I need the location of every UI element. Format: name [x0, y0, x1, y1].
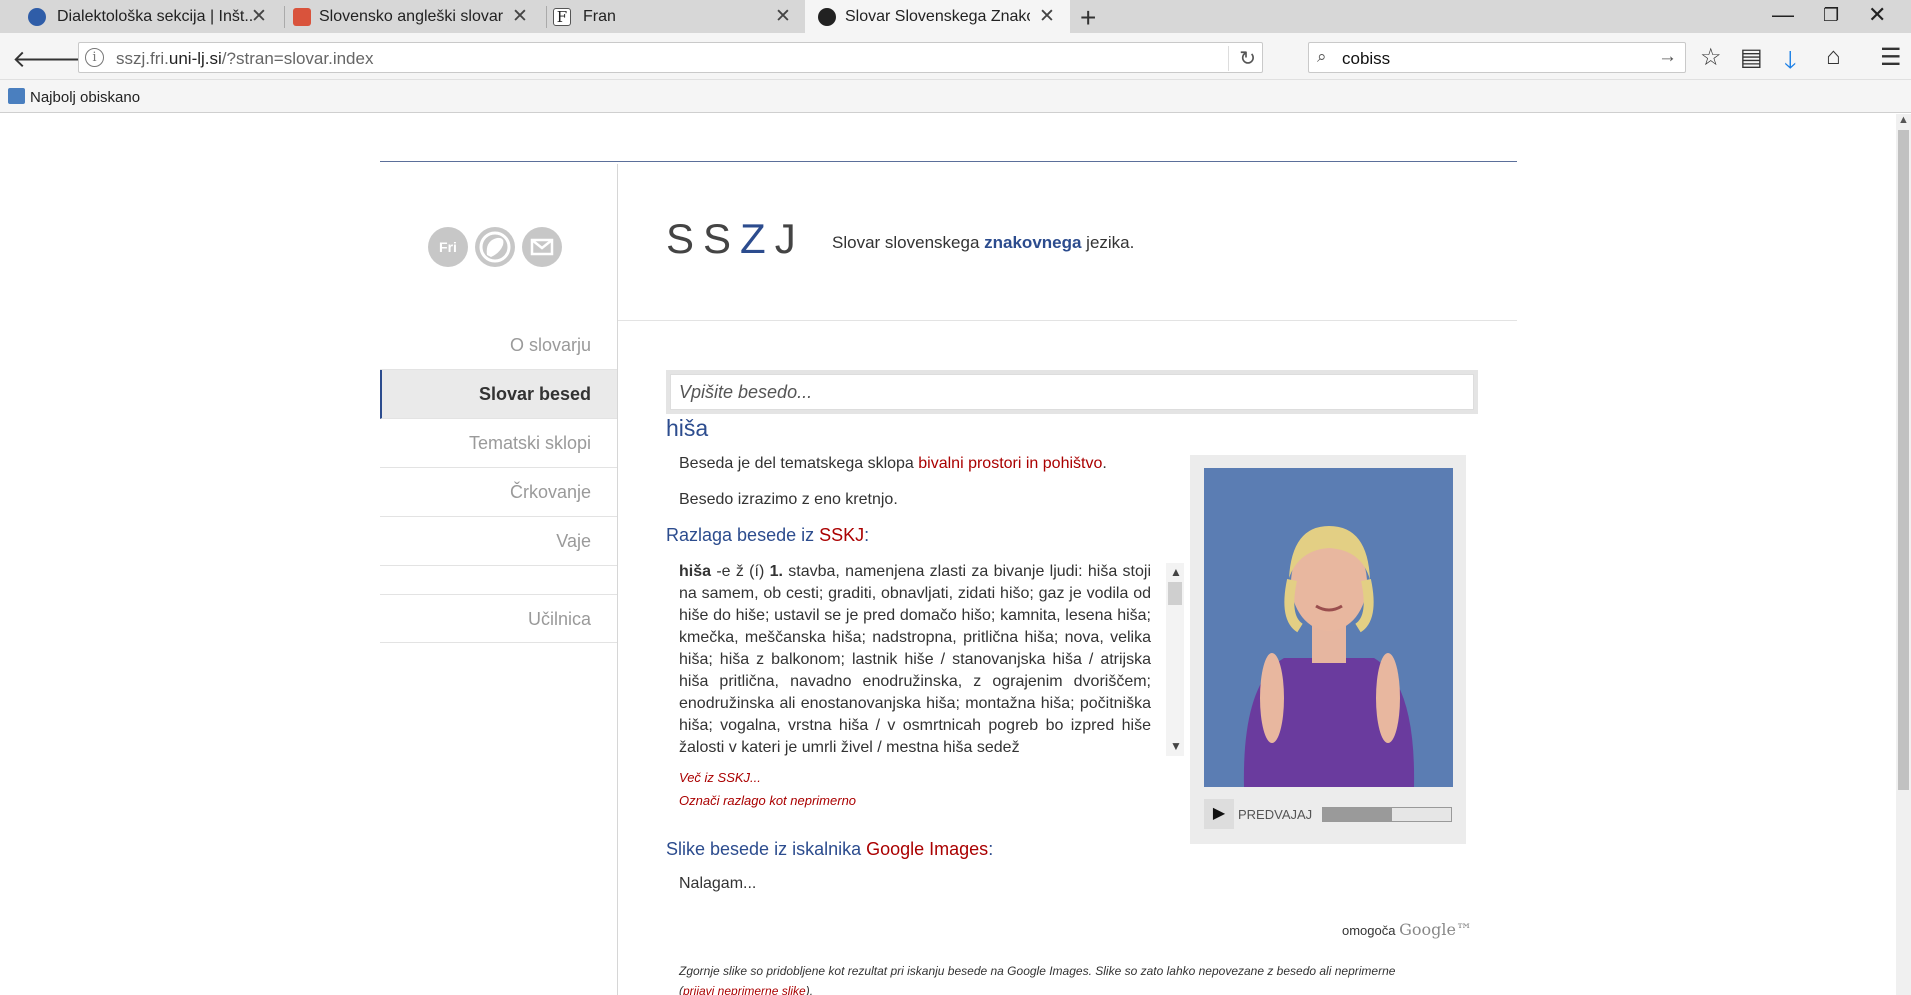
url-text[interactable]: sszj.fri.uni-lj.si/?stran=slovar.index — [116, 49, 373, 69]
search-go-icon[interactable]: → — [1658, 46, 1677, 68]
play-icon[interactable]: ▶ — [1204, 799, 1234, 829]
bookmarks-bar: Najbolj obiskano — [0, 80, 1911, 113]
home-icon[interactable]: ⌂ — [1826, 43, 1841, 71]
scroll-down-icon[interactable]: ▼ — [1170, 739, 1182, 753]
images-loading: Nalagam... — [679, 875, 757, 892]
browser-search-box[interactable]: ⌕ cobiss → — [1308, 42, 1686, 73]
search-icon: ⌕ — [1317, 47, 1327, 66]
sskj-link[interactable]: SSKJ — [819, 525, 864, 545]
video-progress[interactable] — [1322, 807, 1452, 822]
sign-video[interactable] — [1204, 468, 1453, 787]
site-tagline: Slovar slovenskega znakovnega jezika. — [832, 233, 1135, 252]
header-bottom-divider — [618, 320, 1517, 321]
word-search-wrapper — [666, 370, 1478, 414]
close-tab-icon[interactable]: ✕ — [251, 5, 267, 28]
motion-info: Besedo izrazimo z eno kretnjo. — [679, 491, 898, 508]
video-player: ▶ PREDVAJAJ — [1190, 455, 1466, 844]
tab-bar: Dialektološka sekcija | Inšt... ✕ Sloven… — [0, 0, 1911, 33]
close-tab-icon[interactable]: ✕ — [512, 5, 528, 28]
definition-scroll-thumb[interactable] — [1168, 582, 1182, 605]
tab-slovensko-angleski[interactable]: Slovensko angleški slovar ... ✕ — [285, 0, 553, 33]
definition-text: hiša -e ž (í) 1. stavba, namenjena zlast… — [679, 563, 1151, 756]
tab-dialektoloska[interactable]: Dialektološka sekcija | Inšt... ✕ — [0, 0, 283, 33]
bookmark-folder-icon — [8, 88, 25, 104]
site-logo[interactable]: SSZJ — [666, 215, 805, 263]
report-images-link[interactable]: prijavi neprimerne slike — [683, 984, 806, 995]
google-images-link[interactable]: Google Images — [866, 839, 988, 859]
powered-by-google: omogoča Google™ — [1342, 920, 1472, 939]
bookmark-star-icon[interactable]: ☆ — [1700, 43, 1722, 72]
close-tab-icon[interactable]: ✕ — [775, 5, 791, 28]
page-scroll-up-icon[interactable]: ▲ — [1898, 114, 1909, 126]
reload-icon[interactable]: ↻ — [1228, 46, 1256, 71]
tab-sszj[interactable]: Slovar Slovenskega Znako... ✕ — [805, 0, 1070, 33]
entry-word: hiša — [666, 415, 709, 441]
fri-icon[interactable]: Fri — [428, 227, 468, 267]
navigation-bar: 🡐 🡒 i sszj.fri.uni-lj.si/?stran=slovar.i… — [0, 33, 1911, 80]
video-controls: ▶ PREDVAJAJ — [1204, 799, 1453, 829]
sskj-heading: Razlaga besede iz SSKJ: — [666, 525, 870, 545]
search-query[interactable]: cobiss — [1342, 49, 1390, 69]
video-progress-fill — [1323, 808, 1393, 821]
images-disclaimer: Zgornje slike so pridobljene kot rezulta… — [679, 961, 1419, 995]
scroll-up-icon[interactable]: ▲ — [1170, 565, 1182, 579]
url-bar[interactable]: i sszj.fri.uni-lj.si/?stran=slovar.index… — [78, 42, 1263, 73]
restore-icon[interactable]: ❐ — [1823, 5, 1839, 26]
play-label[interactable]: PREDVAJAJ — [1238, 807, 1312, 822]
book-icon — [293, 8, 311, 26]
theme-link[interactable]: bivalni prostori in pohištvo — [918, 455, 1102, 472]
page-content: Fri SSZJ Slovar slovenskega znakovnega j… — [0, 114, 1895, 995]
sszj-logo-icon — [818, 8, 836, 26]
info-icon[interactable]: i — [85, 48, 104, 67]
menu-o-slovarju[interactable]: O slovarju — [380, 321, 617, 370]
tab-fran[interactable]: F Fran ✕ — [547, 0, 804, 33]
close-tab-icon[interactable]: ✕ — [1039, 5, 1055, 28]
definition-scrollbar[interactable]: ▲ ▼ — [1166, 563, 1184, 756]
bookmark-most-visited[interactable]: Najbolj obiskano — [30, 89, 140, 106]
minimize-icon[interactable]: — — [1772, 2, 1794, 28]
reading-list-icon[interactable]: ▤ — [1740, 43, 1763, 72]
globe-icon — [28, 8, 46, 26]
flag-definition-link[interactable]: Označi razlago kot neprimerno — [679, 793, 856, 808]
menu-icon[interactable]: ☰ — [1880, 43, 1902, 72]
page-scroll-thumb[interactable] — [1898, 130, 1909, 790]
close-window-icon[interactable]: ✕ — [1868, 2, 1886, 28]
fran-logo-icon: F — [553, 8, 571, 26]
images-heading: Slike besede iz iskalnika Google Images: — [666, 839, 994, 859]
menu-crkovanje[interactable]: Črkovanje — [380, 468, 617, 517]
menu-ucilnica[interactable]: Učilnica — [380, 594, 617, 643]
header-divider — [380, 161, 1517, 162]
mail-icon[interactable] — [522, 227, 562, 267]
menu-tematski-sklopi[interactable]: Tematski sklopi — [380, 419, 617, 468]
word-search-input[interactable] — [670, 374, 1474, 410]
more-from-sskj-link[interactable]: Več iz SSKJ... — [679, 770, 761, 785]
menu-vaje[interactable]: Vaje — [380, 517, 617, 566]
menu-slovar-besed[interactable]: Slovar besed — [380, 370, 617, 419]
new-tab-icon[interactable]: + — [1080, 2, 1096, 34]
page-scrollbar[interactable]: ▲ — [1896, 114, 1911, 995]
download-icon[interactable]: 🡓 — [1784, 43, 1796, 84]
theme-info: Beseda je del tematskega sklopa bivalni … — [679, 455, 1107, 472]
sidebar-divider — [617, 164, 618, 995]
definition-box[interactable]: hiša -e ž (í) 1. stavba, namenjena zlast… — [679, 561, 1188, 757]
sign-language-icon[interactable] — [475, 227, 515, 267]
